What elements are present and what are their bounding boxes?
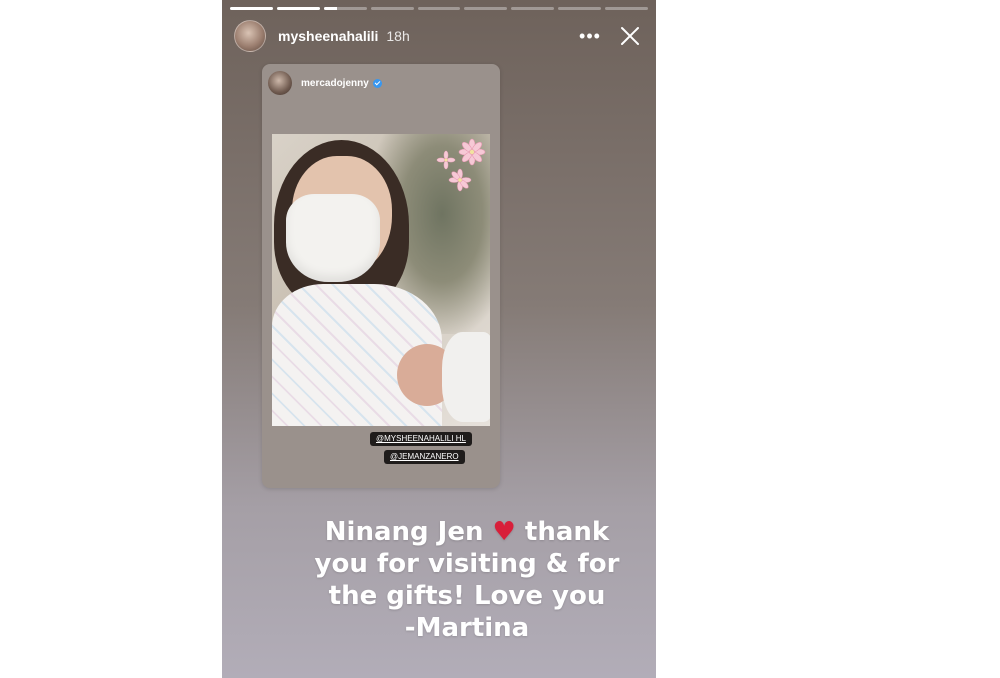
shared-story-card[interactable]: mercadojenny @MYSHEENAHALILI HL @JEMANZA… xyxy=(262,64,500,488)
story-header: mysheenahalili 18h ••• xyxy=(234,18,646,54)
story-caption: Ninang Jen ♥ thank you for visiting & fo… xyxy=(292,516,642,644)
more-options-icon: ••• xyxy=(579,25,601,46)
more-options-button[interactable]: ••• xyxy=(576,22,604,50)
progress-segment-fill xyxy=(276,7,320,10)
progress-segment-fill xyxy=(323,7,337,10)
story-viewer[interactable]: mysheenahalili 18h ••• mercadojenny @MYS… xyxy=(222,0,656,678)
progress-segment xyxy=(605,7,649,10)
story-timestamp: 18h xyxy=(386,28,410,44)
progress-segment xyxy=(464,7,508,10)
caption-line-3: the gifts! Love you xyxy=(328,581,606,611)
close-icon xyxy=(621,27,639,45)
progress-segment xyxy=(417,7,461,10)
baby-cap xyxy=(442,332,490,422)
face-mask xyxy=(286,194,380,282)
story-progress-bar xyxy=(230,7,649,10)
profile-avatar[interactable] xyxy=(234,20,266,52)
progress-segment xyxy=(370,7,414,10)
shared-story-avatar[interactable] xyxy=(268,71,292,95)
story-username[interactable]: mysheenahalili xyxy=(278,28,378,44)
caption-line-2: you for visiting & for xyxy=(314,549,620,579)
mention-tag[interactable]: @MYSHEENAHALILI HL xyxy=(370,432,472,446)
verified-badge-icon xyxy=(372,78,382,88)
progress-segment xyxy=(511,7,555,10)
progress-segment xyxy=(230,7,273,10)
caption-line-4: -Martina xyxy=(404,613,530,643)
shared-story-photo xyxy=(272,134,490,426)
flower-sticker-icon xyxy=(436,138,486,192)
caption-text: Ninang Jen xyxy=(324,517,484,547)
progress-segment xyxy=(323,7,367,10)
progress-segment-fill xyxy=(230,7,273,10)
progress-segment xyxy=(276,7,320,10)
mention-tag[interactable]: @JEMANZANERO xyxy=(384,450,465,464)
heart-icon: ♥ xyxy=(492,517,516,547)
close-button[interactable] xyxy=(614,20,646,52)
progress-segment xyxy=(558,7,602,10)
caption-text: thank xyxy=(524,517,610,547)
shared-story-header: mercadojenny xyxy=(268,70,382,96)
shared-story-username[interactable]: mercadojenny xyxy=(301,78,369,89)
caption-line-1: Ninang Jen ♥ thank xyxy=(292,516,642,548)
